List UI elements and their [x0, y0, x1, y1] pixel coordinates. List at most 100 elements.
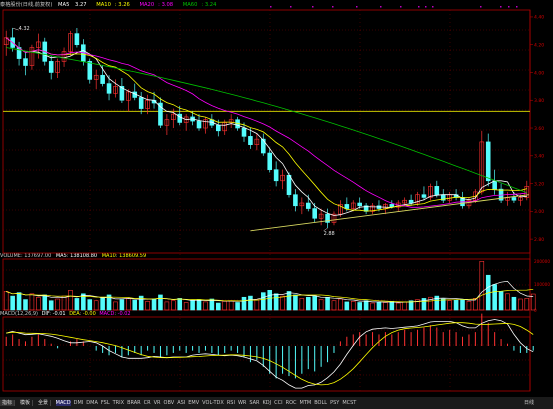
- indicator-trix[interactable]: TRIX: [113, 400, 124, 406]
- volume-bar: [10, 295, 15, 311]
- indicator-emv[interactable]: EMV: [188, 400, 199, 406]
- indicator-dma[interactable]: DMA: [86, 400, 98, 406]
- volume-bar: [267, 289, 273, 311]
- volume-bar: [190, 299, 195, 311]
- volume-bar: [395, 302, 401, 311]
- candle-body: [485, 141, 491, 182]
- volume-bar: [196, 299, 202, 311]
- volume-bar: [331, 300, 337, 311]
- candle-body: [344, 204, 350, 209]
- indicator-fsl[interactable]: FSL: [101, 400, 110, 406]
- indicator-kdj[interactable]: KDJ: [263, 400, 272, 406]
- ma20-line: [5, 37, 527, 208]
- indicator-vol-tdx[interactable]: VOL-TDX: [202, 400, 224, 406]
- volume-bar: [338, 298, 343, 311]
- volume-bar: [286, 291, 292, 311]
- volume-bar: [280, 295, 285, 311]
- high-annotation: 4.32: [19, 26, 30, 32]
- candle-body: [23, 58, 28, 66]
- volume-bar: [498, 291, 504, 311]
- tab-overview[interactable]: 全景: [36, 400, 52, 406]
- volume-bar: [318, 299, 324, 311]
- candle-body: [357, 202, 362, 207]
- indicator-rsi[interactable]: RSI: [227, 400, 235, 406]
- price-tick-label: 3.60: [534, 126, 544, 132]
- volume-bar: [447, 300, 452, 311]
- volume-bar: [511, 296, 517, 311]
- low-annotation: 2.88: [324, 231, 335, 237]
- volume-bar: [460, 299, 465, 311]
- volume-bar: [235, 302, 240, 311]
- volume-bar: [151, 298, 157, 311]
- signal-marker: [425, 6, 427, 8]
- volume-bar: [183, 302, 189, 311]
- indicator-cr[interactable]: CR: [144, 400, 151, 406]
- volume-bar: [479, 261, 485, 311]
- indicator-obv[interactable]: OBV: [164, 400, 175, 406]
- indicator-vr[interactable]: VR: [154, 400, 161, 406]
- signal-marker: [400, 6, 402, 8]
- volume-bar: [216, 302, 221, 311]
- candle-body: [305, 202, 311, 209]
- indicator-cci[interactable]: CCI: [274, 400, 282, 406]
- indicator-roc[interactable]: ROC: [286, 400, 297, 406]
- indicator-psy[interactable]: PSY: [330, 400, 339, 406]
- candle-body: [260, 138, 266, 154]
- signal-marker: [432, 6, 434, 8]
- volume-bar: [87, 299, 93, 311]
- volume-bar: [363, 300, 369, 311]
- volume-bar: [383, 302, 388, 311]
- signal-marker: [356, 6, 358, 8]
- volume-bar: [203, 301, 208, 311]
- signal-marker: [380, 6, 382, 8]
- candle-body: [216, 124, 221, 132]
- volume-bar: [55, 298, 60, 311]
- volume-bar: [505, 293, 510, 311]
- volume-bar: [29, 293, 35, 311]
- indicator-boll[interactable]: BOLL: [314, 400, 327, 406]
- volume-bar: [344, 301, 350, 311]
- candle-body: [434, 186, 440, 195]
- signal-marker: [270, 6, 272, 8]
- tab-template[interactable]: 模板: [18, 400, 34, 406]
- indicator-macd[interactable]: MACD: [55, 400, 71, 406]
- volume-tick-label: 100000: [534, 282, 550, 287]
- candle-body: [492, 180, 497, 190]
- price-tick-label: 4.20: [534, 43, 544, 49]
- indicator-mtm[interactable]: MTM: [300, 400, 312, 406]
- ma5-line: [5, 37, 527, 216]
- volume-bar: [248, 295, 253, 311]
- volume-bar: [293, 294, 298, 311]
- candle-body: [312, 208, 317, 219]
- tab-indicator[interactable]: 指标: [0, 400, 16, 406]
- candle-body: [511, 197, 517, 201]
- volume-tick-label: 200000: [534, 259, 550, 264]
- signal-marker: [312, 6, 314, 8]
- price-tick-label: 4.40: [534, 15, 544, 21]
- price-tick-label: 2.80: [534, 237, 544, 243]
- indicator-sar[interactable]: SAR: [249, 400, 259, 406]
- indicator-asi[interactable]: ASI: [177, 400, 185, 406]
- volume-bar: [36, 296, 41, 311]
- volume-bar: [171, 300, 176, 311]
- candle-body: [408, 199, 414, 204]
- volume-bar: [260, 292, 266, 311]
- volume-bar: [74, 298, 80, 311]
- signal-marker: [500, 6, 502, 8]
- stock-chart[interactable]: 2.803.003.203.403.603.804.004.204.400100…: [0, 0, 553, 397]
- period-label[interactable]: 日线: [524, 397, 534, 409]
- price-tick-label: 3.40: [534, 154, 544, 160]
- volume-bar: [389, 301, 395, 311]
- indicator-dmi[interactable]: DMI: [74, 400, 84, 406]
- volume-bar: [466, 301, 472, 311]
- signal-marker: [332, 6, 334, 8]
- volume-bar: [3, 291, 9, 311]
- candle-body: [267, 152, 273, 170]
- signal-marker: [290, 6, 292, 8]
- volume-bar: [241, 296, 247, 311]
- indicator-brar[interactable]: BRAR: [127, 400, 141, 406]
- candle-body: [74, 33, 80, 46]
- indicator-mcst[interactable]: MCST: [342, 400, 356, 406]
- candle-body: [241, 127, 247, 137]
- indicator-wr[interactable]: WR: [238, 400, 246, 406]
